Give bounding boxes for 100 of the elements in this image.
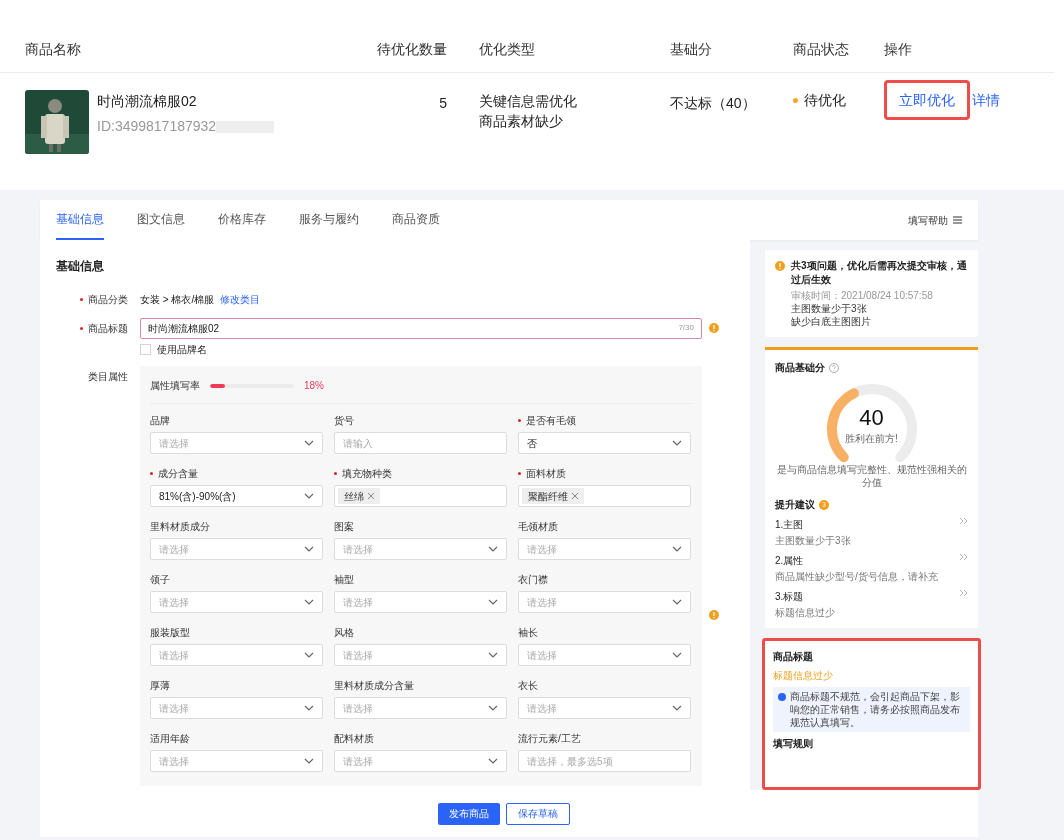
chevron-down-icon — [304, 705, 314, 711]
card-title: 商品基础分 — [775, 361, 825, 375]
chevron-down-icon — [672, 546, 682, 552]
double-chevron-icon[interactable] — [959, 589, 968, 597]
chevron-down-icon — [304, 652, 314, 658]
input-field[interactable]: 请输入 — [334, 432, 507, 454]
info-text: 商品标题不规范，会引起商品下架，影响您的正常销售，请务必按照商品发布规范认真填写。 — [790, 690, 961, 729]
suggestion-title: 3.标题 — [775, 590, 805, 604]
pending-count: 5 — [439, 95, 447, 111]
suggestion-title: 2.属性 — [775, 554, 805, 568]
action-link[interactable]: 详情 — [970, 80, 1002, 120]
chevron-down-icon — [488, 546, 498, 552]
field-label: 风格 — [334, 626, 354, 640]
input-field[interactable]: 请选择，最多选5项 — [518, 750, 691, 772]
action-link[interactable]: 立即优化 — [884, 80, 970, 120]
remove-icon[interactable] — [368, 493, 374, 499]
field-label: 商品标题 — [88, 321, 128, 336]
tab[interactable]: 商品资质 — [392, 200, 440, 240]
required-mark-icon — [518, 419, 521, 422]
character-counter: 7/30 — [678, 322, 694, 334]
chevron-down-icon — [672, 599, 682, 605]
fill-rate-label: 属性填写率 — [150, 379, 200, 393]
notice-title: 共3项问题，优化后需再次提交审核，通过后生效 — [791, 259, 968, 287]
fill-rate-percent: 18% — [304, 379, 324, 393]
optimization-type: 商品素材缺少 — [479, 112, 564, 131]
product-id: ID:3499817187932 — [97, 117, 217, 136]
selected-tag: 丝绵 — [338, 488, 380, 504]
field-label: 里料材质成分含量 — [334, 679, 414, 693]
help-button[interactable]: 填写帮助 — [908, 200, 962, 240]
chevron-down-icon — [672, 705, 682, 711]
field-label: 流行元素/工艺 — [518, 732, 581, 746]
column-header: 基础分 — [670, 41, 712, 57]
suggestions-title: 提升建议 — [775, 498, 815, 512]
tag-select-field[interactable]: 丝绵 — [334, 485, 507, 507]
column-header: 操作 — [884, 41, 912, 57]
field-label: 商品分类 — [88, 292, 128, 307]
field-label: 货号 — [334, 414, 354, 428]
product-name: 时尚潮流棉服02 — [97, 92, 198, 111]
remove-icon[interactable] — [572, 493, 578, 499]
checkbox[interactable] — [140, 344, 151, 355]
select-field[interactable]: 81%(含)-90%(含) — [150, 485, 323, 507]
tab[interactable]: 价格库存 — [218, 200, 266, 240]
field-label: 厚薄 — [150, 679, 170, 693]
field-label: 毛领材质 — [518, 520, 558, 534]
field-label: 袖型 — [334, 573, 354, 587]
warning-icon — [709, 610, 719, 620]
field-label: 配料材质 — [334, 732, 374, 746]
menu-icon — [953, 216, 962, 224]
draft-button[interactable]: 保存草稿 — [506, 802, 570, 825]
field-label: 衣门襟 — [518, 573, 548, 587]
title-input-field[interactable]: 时尚潮流棉服02 7/30 — [140, 317, 702, 339]
score-description: 是与商品信息填写完整性、规范性强相关的分值 — [775, 463, 968, 489]
column-header: 商品名称 — [25, 41, 81, 57]
checkbox-label: 使用品牌名 — [157, 343, 207, 357]
card-title: 商品标题 — [773, 650, 814, 664]
suggestion-detail: 商品属性缺少型号/货号信息，请补充 — [775, 570, 938, 584]
warning-icon — [775, 261, 785, 271]
score-value: 40 — [859, 405, 884, 431]
chevron-down-icon — [304, 493, 314, 499]
warning-icon — [709, 323, 719, 333]
required-mark-icon — [80, 297, 83, 301]
info-icon — [778, 693, 786, 701]
help-icon — [829, 362, 839, 373]
suggestion-detail: 标题信息过少 — [775, 606, 835, 620]
suggestion-title: 1.主图 — [775, 518, 805, 532]
field-label: 类目属性 — [88, 370, 128, 384]
selected-tag: 聚酯纤维 — [522, 488, 584, 504]
chevron-down-icon — [672, 652, 682, 658]
tab[interactable]: 图文信息 — [137, 200, 185, 240]
issue-text: 缺少白底主图图片 — [791, 315, 872, 328]
field-label: 填充物种类 — [342, 467, 392, 481]
double-chevron-icon[interactable] — [959, 517, 968, 525]
change-category-link[interactable]: 修改类目 — [220, 291, 261, 307]
field-label: 成分含量 — [158, 467, 198, 481]
column-header: 商品状态 — [793, 41, 849, 57]
publish-button[interactable]: 发布商品 — [438, 802, 500, 825]
column-header: 待优化数量 — [377, 41, 447, 57]
field-label: 图案 — [334, 520, 354, 534]
category-path: 女装 > 棉衣/棉服 — [140, 292, 215, 307]
tab[interactable]: 服务与履约 — [299, 200, 359, 240]
double-chevron-icon[interactable] — [959, 553, 968, 561]
field-label: 是否有毛领 — [526, 414, 576, 428]
field-label: 领子 — [150, 573, 170, 587]
field-label: 衣长 — [518, 679, 538, 693]
chevron-down-icon — [304, 758, 314, 764]
tag-select-field[interactable]: 聚酯纤维 — [518, 485, 691, 507]
chevron-down-icon — [672, 440, 682, 446]
review-time: 审核时间：2021/08/24 10:57:58 — [791, 289, 934, 302]
optimization-type: 关键信息需优化 — [479, 92, 578, 111]
required-mark-icon — [80, 326, 83, 330]
chevron-down-icon — [304, 599, 314, 605]
chevron-down-icon — [488, 705, 498, 711]
select-field[interactable]: 否 — [518, 432, 691, 454]
field-label: 面料材质 — [526, 467, 566, 481]
section-title: 基础信息 — [56, 258, 105, 273]
chevron-down-icon — [488, 599, 498, 605]
chevron-down-icon — [304, 440, 314, 446]
column-header: 优化类型 — [479, 41, 535, 57]
score-caption: 胜利在前方! — [845, 432, 898, 446]
rules-heading: 填写规则 — [773, 737, 814, 751]
